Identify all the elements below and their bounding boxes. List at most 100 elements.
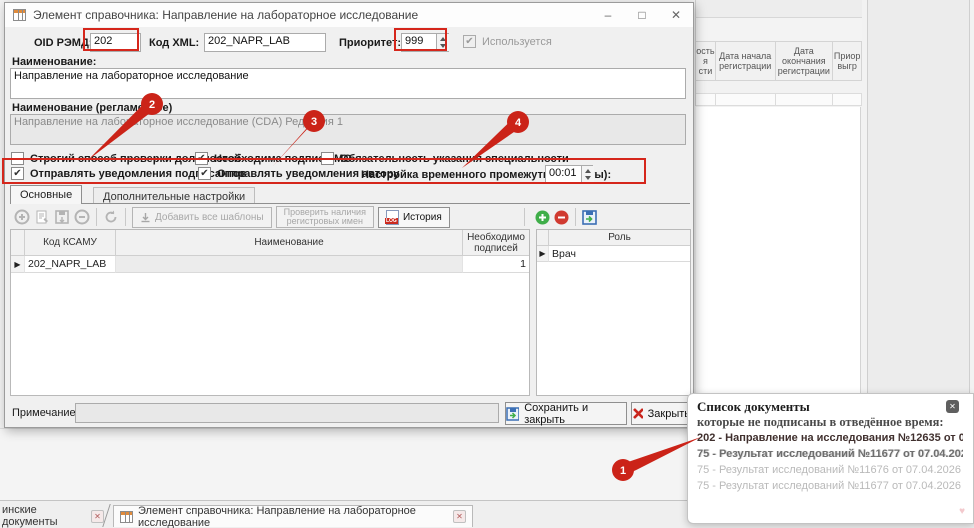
- role-save-icon[interactable]: [582, 210, 597, 225]
- bg-table-header: ость я сти Дата начала регистрации Дата …: [695, 41, 862, 106]
- close-label: Закрыть: [648, 408, 690, 420]
- heart-icon: ♥: [959, 506, 965, 517]
- col-ksamu-code[interactable]: Код КСАМУ: [25, 230, 116, 256]
- role-add-icon[interactable]: [535, 210, 550, 225]
- bg-col-date-end: Дата окончания регистрации: [776, 41, 834, 81]
- speciality-required-checkbox[interactable]: [321, 152, 334, 165]
- maximize-button[interactable]: □: [625, 3, 659, 27]
- tab-label: инские документы: [2, 504, 86, 528]
- tab-divider: [10, 203, 690, 204]
- priority-label: Приоритет:: [339, 37, 401, 49]
- bg-top-strip: [695, 0, 862, 18]
- role-remove-icon[interactable]: [554, 210, 569, 225]
- col-role[interactable]: Роль: [549, 230, 690, 246]
- save-and-close-button[interactable]: Сохранить и закрыть: [505, 402, 627, 425]
- check-register-names-button[interactable]: Проверить наличия регистровых имен: [276, 206, 374, 228]
- dialog-titlebar[interactable]: Элемент справочника: Направление на лабо…: [5, 3, 693, 27]
- speciality-required-label: Обязательность указания специальности: [340, 153, 569, 165]
- templates-toolbar: Добавить все шаблоны Проверить наличия р…: [10, 205, 690, 229]
- row-indicator-header: [11, 230, 25, 256]
- bg-col-date-start: Дата начала регистрации: [716, 41, 776, 81]
- bg-filter-cell[interactable]: [833, 93, 862, 106]
- toolbar-separator: [96, 208, 97, 226]
- oid-input[interactable]: 202: [90, 33, 141, 52]
- edit-document-icon[interactable]: [34, 209, 50, 225]
- name-label: Наименование:: [12, 56, 96, 68]
- close-button[interactable]: ✕: [659, 3, 693, 27]
- col-signs-needed[interactable]: Необходимо подписей: [463, 230, 529, 256]
- screen: ость я сти Дата начала регистрации Дата …: [0, 0, 974, 528]
- used-checkbox-row: ✔ Используется: [463, 35, 552, 48]
- oid-label: OID РЭМД:: [34, 37, 92, 49]
- regulated-name-label: Наименование (регламетное): [12, 102, 172, 114]
- close-dialog-button[interactable]: Закрыть: [631, 402, 691, 425]
- bg-filter-cell[interactable]: [696, 93, 716, 106]
- table-row[interactable]: ▶ 202_NAPR_LAB 1: [11, 256, 529, 273]
- templates-table: Код КСАМУ Наименование Необходимо подпис…: [10, 229, 530, 396]
- popup-list-item[interactable]: 202 - Направление на исследования №12635…: [697, 430, 963, 446]
- strict-check-checkbox[interactable]: [11, 152, 24, 165]
- mo-sign-checkbox[interactable]: ✔: [195, 152, 208, 165]
- toolbar-separator: [575, 208, 576, 226]
- cell-signs-needed[interactable]: 1: [463, 256, 529, 273]
- add-icon[interactable]: [14, 209, 30, 225]
- close-x-icon: [632, 407, 643, 420]
- popup-list-item[interactable]: 75 - Результат исследований №11676 от 07…: [697, 462, 963, 478]
- refresh-icon[interactable]: [103, 209, 119, 225]
- tab-close-icon[interactable]: ✕: [91, 510, 104, 523]
- interval-spinner[interactable]: [581, 166, 594, 183]
- table-grid-icon: [13, 9, 26, 21]
- tab-main[interactable]: Основные: [10, 185, 82, 204]
- save-and-close-label: Сохранить и закрыть: [524, 402, 626, 426]
- notify-author-checkbox[interactable]: ✔: [198, 167, 211, 180]
- dictionary-element-dialog: Элемент справочника: Направление на лабо…: [4, 2, 694, 428]
- cell-name[interactable]: [116, 256, 463, 273]
- note-input[interactable]: [75, 403, 499, 423]
- popup-list-item[interactable]: 75 - Результат исследований №11677 от 07…: [697, 446, 963, 462]
- xml-code-input[interactable]: 202_NAPR_LAB: [204, 33, 326, 52]
- minimize-button[interactable]: –: [591, 3, 625, 27]
- save-icon: [506, 407, 519, 421]
- check-register-names-label: Проверить наличия регистровых имен: [284, 208, 366, 226]
- name-input[interactable]: Направление на лабораторное исследование: [10, 68, 686, 99]
- toolbar-separator: [524, 208, 525, 226]
- save-icon[interactable]: [54, 209, 70, 225]
- history-button[interactable]: LOG История: [378, 207, 450, 228]
- notify-signers-checkbox[interactable]: ✔: [11, 167, 24, 180]
- xml-code-label: Код XML:: [149, 37, 199, 49]
- bg-table-body: [696, 107, 861, 394]
- col-name[interactable]: Наименование: [116, 230, 463, 256]
- used-checkbox[interactable]: ✔: [463, 35, 476, 48]
- tab-close-icon[interactable]: ✕: [453, 510, 466, 523]
- regulated-name-input: Направление на лабораторное исследование…: [10, 114, 686, 145]
- table-row[interactable]: ▶ Врач: [537, 246, 690, 262]
- tab-medical-documents[interactable]: инские документы ✕: [0, 505, 104, 527]
- tab-dictionary-element[interactable]: Элемент справочника: Направление на лабо…: [113, 505, 473, 527]
- remove-icon[interactable]: [74, 209, 90, 225]
- bg-filter-cell[interactable]: [776, 93, 834, 106]
- popup-title: Список документы: [697, 399, 963, 415]
- tab-extra-settings[interactable]: Дополнительные настройки: [93, 187, 255, 204]
- bg-col-speciality: ость я сти: [696, 41, 716, 81]
- bg-col-priority: Приор выгр: [833, 41, 862, 81]
- row-pointer-icon: ▶: [11, 256, 25, 273]
- cell-ksamu-code[interactable]: 202_NAPR_LAB: [25, 256, 116, 273]
- row-indicator-header: [537, 230, 549, 246]
- speciality-required-row: Обязательность указания специальности: [321, 152, 569, 165]
- toolbar-separator: [125, 208, 126, 226]
- table-grid-icon: [120, 511, 133, 523]
- popup-subtitle: которые не подписаны в отведённое время:: [697, 415, 963, 430]
- tab-label: Элемент справочника: Направление на лабо…: [138, 505, 448, 528]
- cell-role[interactable]: Врач: [549, 246, 690, 262]
- popup-list-item[interactable]: 75 - Результат исследований №11677 от 07…: [697, 478, 963, 494]
- dialog-title: Элемент справочника: Направление на лабо…: [33, 8, 418, 22]
- add-all-templates-button[interactable]: Добавить все шаблоны: [132, 207, 272, 228]
- history-label: История: [403, 212, 442, 223]
- note-label: Примечание:: [12, 407, 79, 419]
- unsigned-documents-popup: ✕ Список документы которые не подписаны …: [687, 393, 974, 524]
- used-label: Используется: [482, 36, 552, 48]
- roles-table: Роль ▶ Врач: [536, 229, 691, 396]
- popup-close-icon[interactable]: ✕: [946, 400, 959, 413]
- priority-spinner[interactable]: [436, 34, 449, 51]
- bg-filter-cell[interactable]: [716, 93, 776, 106]
